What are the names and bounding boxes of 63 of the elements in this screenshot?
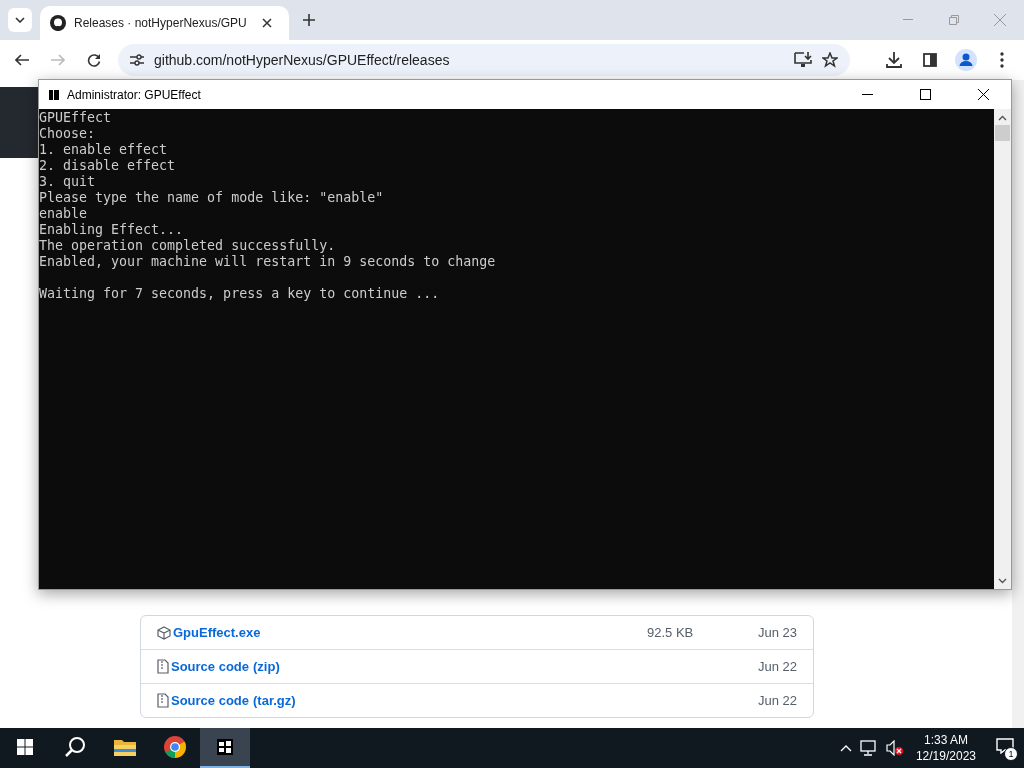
- chevron-up-icon: [998, 115, 1007, 121]
- asset-link[interactable]: Source code (zip): [171, 659, 280, 674]
- tab-list-button[interactable]: [8, 8, 32, 32]
- close-icon: [977, 89, 989, 100]
- console-line: The operation completed successfully.: [39, 238, 337, 254]
- console-line: Choose:: [39, 126, 97, 142]
- install-app-icon[interactable]: [794, 52, 812, 68]
- package-icon: [157, 625, 171, 640]
- window-title: Administrator: GPUEffect: [67, 87, 201, 102]
- maximize-icon: [919, 89, 931, 100]
- search-icon: [64, 736, 86, 758]
- browser-tab[interactable]: Releases · notHyperNexus/GPU: [40, 6, 289, 40]
- console-line: Enabling Effect...: [39, 222, 185, 238]
- asset-size: 92.5 KB: [647, 625, 695, 640]
- close-icon: [261, 18, 272, 28]
- folder-icon: [113, 737, 137, 757]
- person-icon: [955, 49, 977, 71]
- profile-button[interactable]: [954, 48, 978, 72]
- scroll-thumb[interactable]: [995, 125, 1010, 141]
- minimize-icon: [903, 19, 913, 21]
- console-line: 1. enable effect: [39, 142, 169, 158]
- console-window-icon: [49, 89, 59, 100]
- close-icon: [994, 14, 1006, 26]
- console-line: 2. disable effect: [39, 158, 177, 174]
- chevron-down-icon: [998, 578, 1007, 584]
- minimize-icon: [861, 93, 873, 96]
- plus-icon: [302, 14, 315, 26]
- volume-muted-icon[interactable]: [885, 740, 904, 756]
- star-icon[interactable]: [822, 52, 838, 68]
- console-line: Please type the name of mode like: "enable": [39, 190, 385, 206]
- chevron-up-icon[interactable]: [839, 744, 852, 752]
- asset-link[interactable]: Source code (tar.gz): [171, 693, 296, 708]
- arrow-right-icon: [51, 54, 65, 66]
- site-settings-icon: [130, 54, 144, 66]
- console-line: enable: [39, 206, 89, 222]
- zip-file-icon: [157, 659, 169, 674]
- restore-icon: [949, 15, 959, 25]
- url-text: github.com/notHyperNexus/GPUEffect/releases: [154, 52, 451, 68]
- chevron-down-icon: [15, 17, 25, 23]
- console-line: Enabled, your machine will restart in 9 seconds to change: [39, 254, 497, 270]
- arrow-left-icon: [15, 54, 29, 66]
- windows-icon: [17, 739, 33, 755]
- console-line: Waiting for 7 seconds, press a key to continue ...: [39, 286, 441, 302]
- asset-date: Jun 22: [757, 693, 797, 708]
- network-icon[interactable]: [859, 740, 878, 756]
- clock[interactable]: 1:33 AM 12/19/2023: [915, 732, 976, 764]
- console-scrollbar[interactable]: [994, 109, 1011, 589]
- asset-link[interactable]: GpuEffect.exe: [173, 625, 261, 640]
- reload-icon: [87, 53, 101, 67]
- console-line: 3. quit: [39, 174, 97, 190]
- download-icon: [886, 52, 902, 68]
- zip-file-icon: [157, 693, 169, 708]
- console-line: GPUEffect: [39, 110, 113, 126]
- page-scrollbar[interactable]: [1012, 80, 1024, 728]
- taskbar-app-button[interactable]: [200, 728, 250, 768]
- side-panel-icon: [923, 53, 937, 67]
- menu-icon: [1000, 52, 1004, 68]
- chrome-icon: [163, 735, 187, 759]
- notification-count: 1: [1004, 747, 1018, 761]
- asset-date: Jun 22: [757, 659, 797, 674]
- address-bar[interactable]: github.com/notHyperNexus/GPUEffect/releases: [118, 44, 850, 76]
- asset-date: Jun 23: [757, 625, 797, 640]
- console-window-icon: [217, 739, 233, 755]
